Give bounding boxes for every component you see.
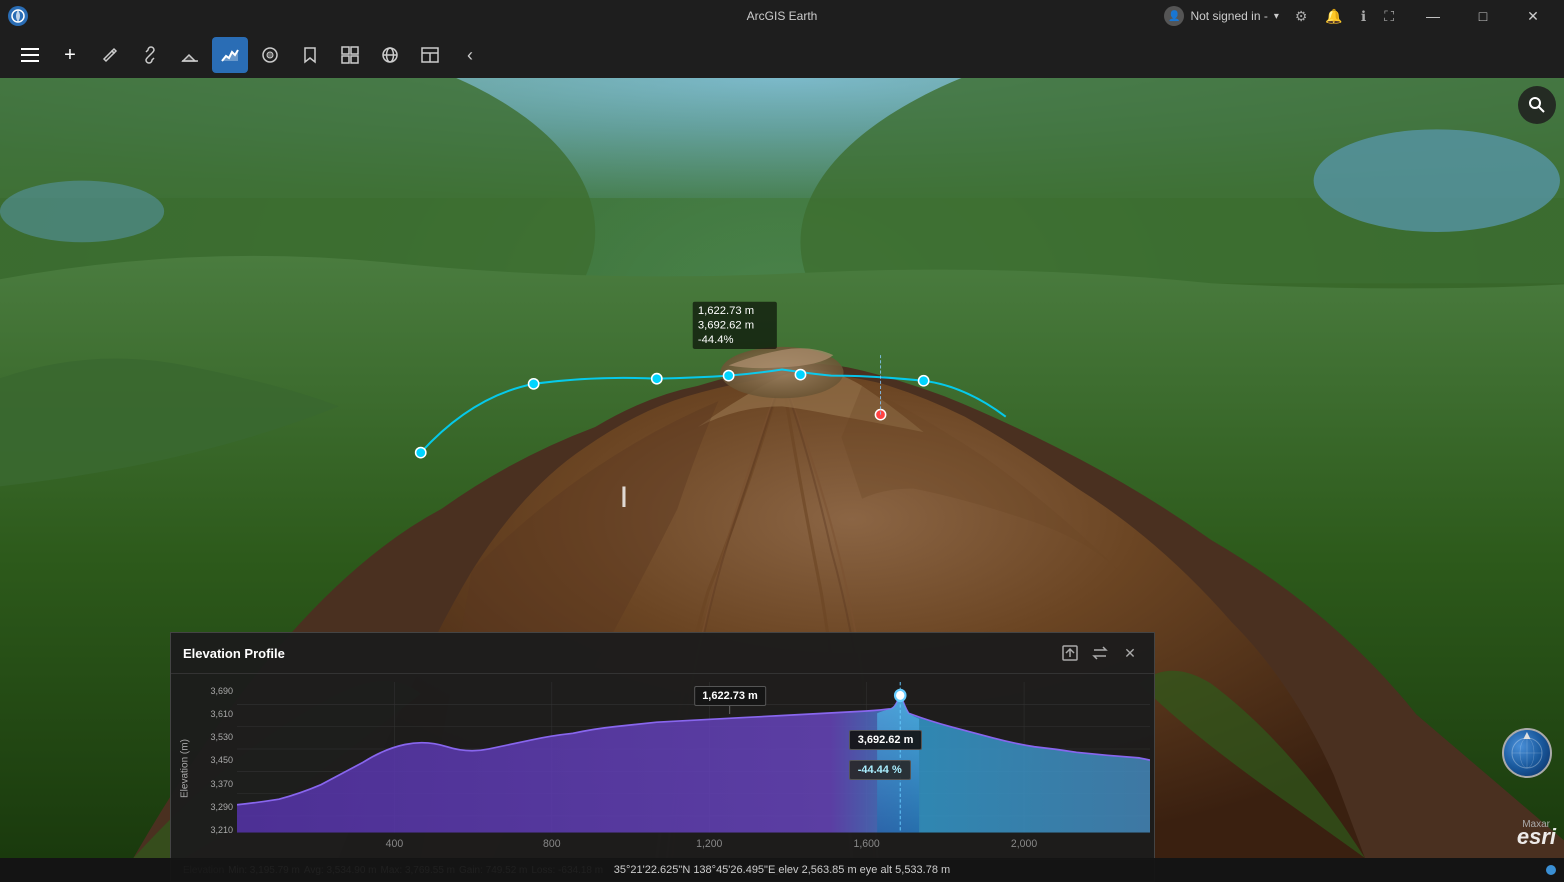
menu-button[interactable] [12,37,48,73]
user-icon: 👤 [1164,6,1184,26]
y-axis-ticks: 3,690 3,610 3,530 3,450 3,370 3,290 3,21… [199,682,237,855]
north-arrow: ▲ [1521,728,1533,742]
coordinates-text: 35°21'22.625"N 138°45'26.495"E elev 2,56… [614,864,950,876]
header-icons: ⚙ 🔔 ℹ ⛶ [1291,6,1398,27]
tooltip-slope: -44.44 % [858,764,902,776]
tooltip-elevation-callout: 3,692.62 m [849,730,923,750]
collapse-toolbar-button[interactable]: ‹ [452,37,488,73]
y-tick-3: 3,530 [203,732,233,742]
y-tick-5: 3,370 [203,779,233,789]
status-indicator [1546,865,1556,875]
svg-text:1,200: 1,200 [696,838,722,850]
close-button[interactable]: ✕ [1510,0,1556,32]
info-icon[interactable]: ℹ [1357,6,1370,27]
svg-text:1,600: 1,600 [854,838,880,850]
globe-navigation[interactable]: ▲ [1502,728,1552,778]
status-bar: 35°21'22.625"N 138°45'26.495"E elev 2,56… [0,858,1564,882]
y-tick-7: 3,210 [203,825,233,835]
elevation-chart[interactable]: 400 800 1,200 1,600 2,000 Distance (2,31… [237,682,1150,855]
draw-pencil-button[interactable] [92,37,128,73]
elevation-panel-title: Elevation Profile [183,646,285,661]
layout-button[interactable] [412,37,448,73]
svg-text:400: 400 [386,838,404,850]
app-icon [8,6,28,26]
elevation-chart-area: Elevation (m) 3,690 3,610 3,530 3,450 3,… [171,674,1154,859]
elevation-profile-button[interactable] [212,37,248,73]
y-tick-6: 3,290 [203,802,233,812]
swap-button[interactable] [1088,641,1112,665]
globe-widget: ▲ [1502,728,1552,778]
y-tick-4: 3,450 [203,755,233,765]
chain-link-button[interactable] [132,37,168,73]
elevation-panel-header: Elevation Profile ✕ [171,633,1154,674]
minimize-button[interactable]: — [1410,0,1456,32]
mask-button[interactable] [252,37,288,73]
bookmark-button[interactable] [292,37,328,73]
fullscreen-icon[interactable]: ⛶ [1380,6,1398,27]
signin-area[interactable]: 👤 Not signed in - ▾ [1164,6,1278,26]
settings-icon[interactable]: ⚙ [1291,6,1312,27]
titlebar: ArcGIS Earth 👤 Not signed in - ▾ ⚙ 🔔 ℹ ⛶… [0,0,1564,32]
globe-button[interactable] [372,37,408,73]
add-button[interactable]: + [52,37,88,73]
close-panel-button[interactable]: ✕ [1118,641,1142,665]
eraser-button[interactable] [172,37,208,73]
y-tick-1: 3,690 [203,686,233,696]
titlebar-controls: 👤 Not signed in - ▾ ⚙ 🔔 ℹ ⛶ — □ ✕ [1164,0,1556,32]
tooltip-elevation: 3,692.62 m [858,734,914,746]
svg-text:-44.4%: -44.4% [698,334,734,346]
y-axis-label: Elevation (m) [171,682,199,855]
app-title: ArcGIS Earth [747,9,818,23]
signin-chevron: ▾ [1274,11,1279,22]
notification-icon[interactable]: 🔔 [1321,6,1346,27]
maximize-button[interactable]: □ [1460,0,1506,32]
grid-button[interactable] [332,37,368,73]
tooltip-distance: 1,622.73 m [702,690,758,702]
svg-text:2,000: 2,000 [1011,838,1037,850]
svg-text:800: 800 [543,838,561,850]
toolbar: + ‹ [0,32,1564,78]
export-button[interactable] [1058,641,1082,665]
y-tick-2: 3,610 [203,709,233,719]
panel-header-buttons: ✕ [1058,641,1142,665]
esri-logo: esri [1517,824,1556,850]
svg-text:1,622.73 m: 1,622.73 m [698,305,754,317]
tooltip-slope-callout: -44.44 % [849,760,911,780]
tooltip-distance-callout: 1,622.73 m [694,686,766,714]
svg-text:3,692.62 m: 3,692.62 m [698,319,754,331]
search-button[interactable] [1518,86,1556,124]
signin-text: Not signed in - [1190,9,1267,23]
titlebar-left [8,6,28,26]
elevation-profile-panel: Elevation Profile ✕ Elevation (m) 3,690 … [170,632,1155,882]
